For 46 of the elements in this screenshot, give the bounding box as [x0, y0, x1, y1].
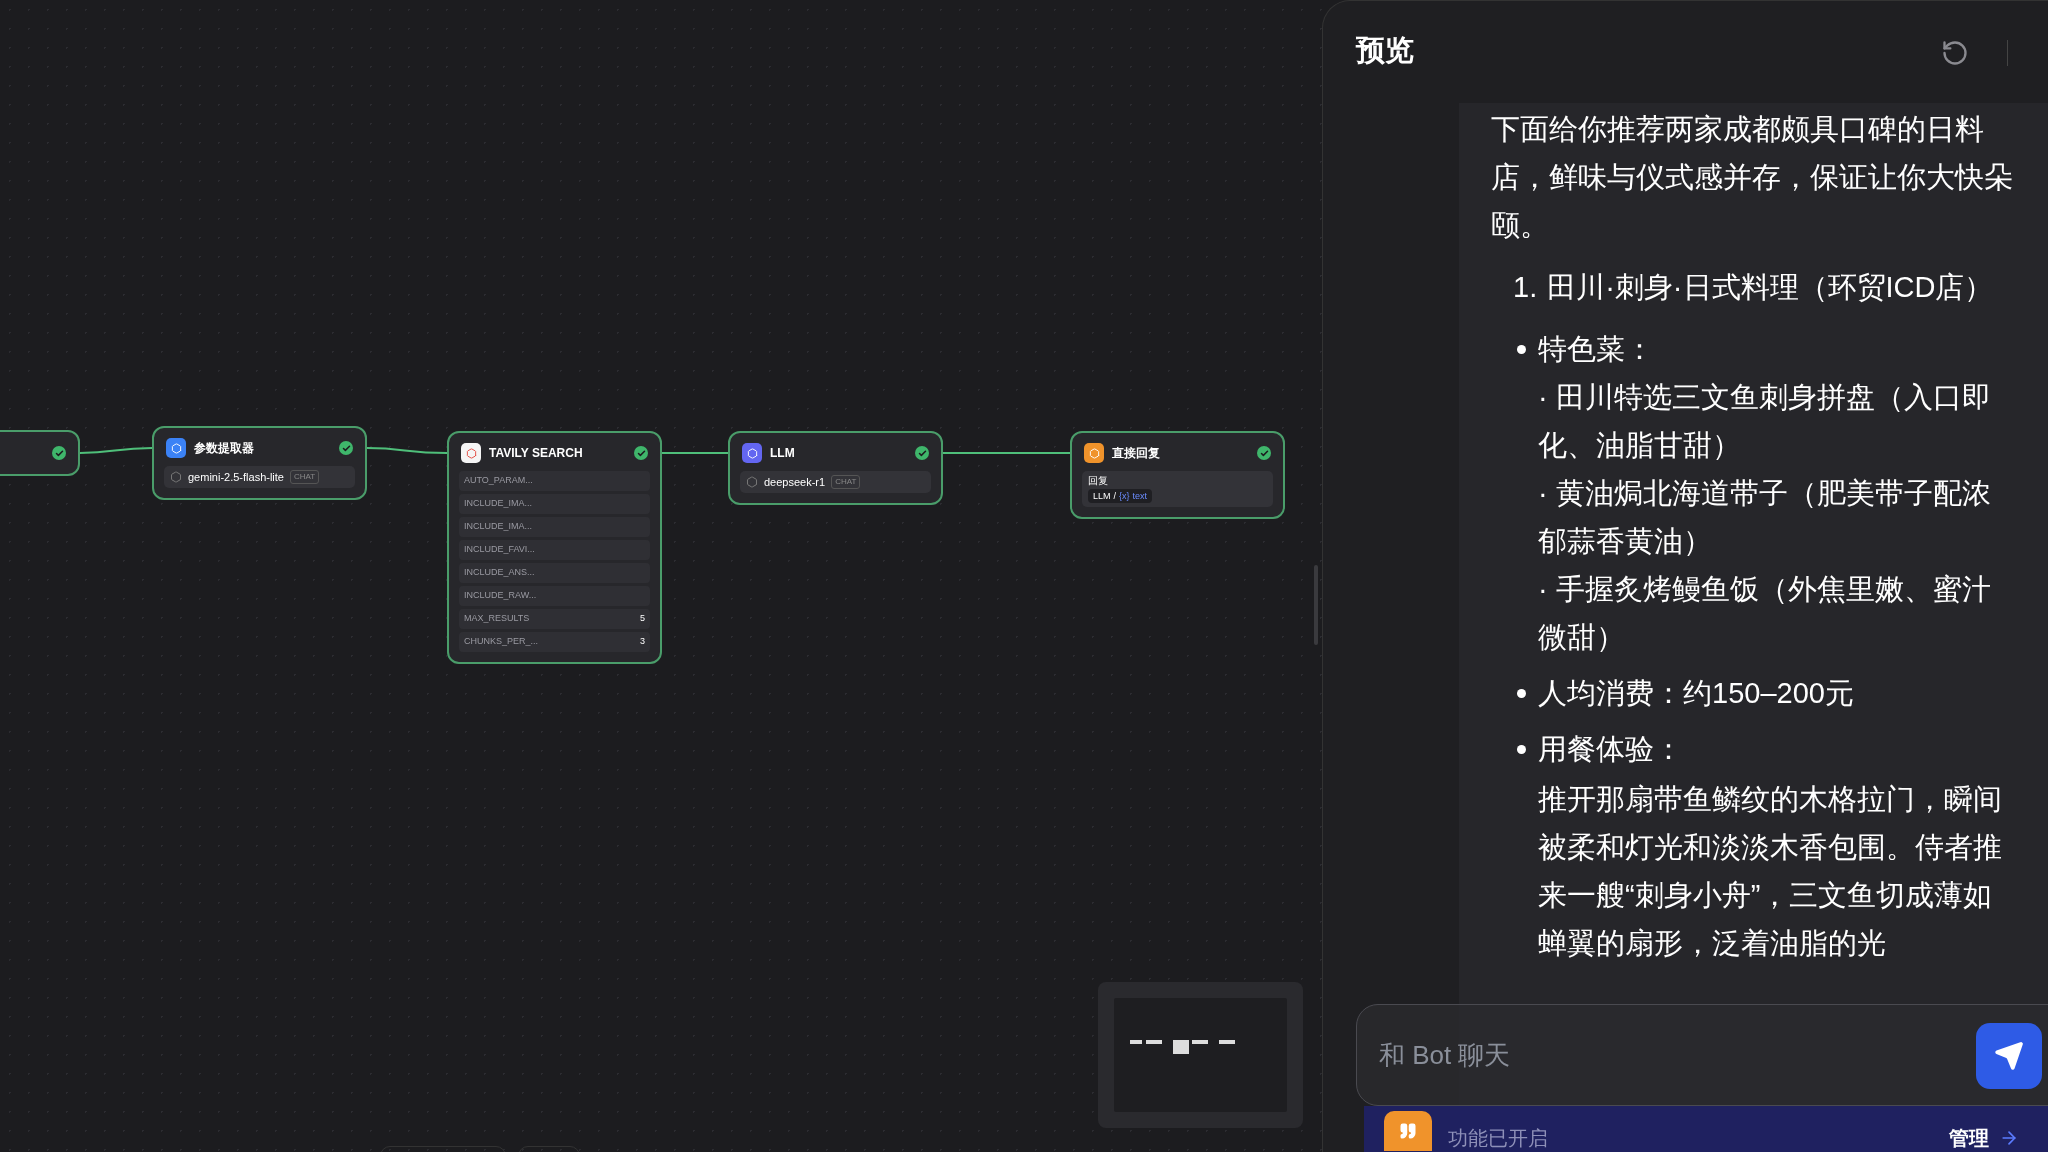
- dish-line: · 田川特选三文鱼刺身拼盘（入口即化、油脂甘甜）: [1538, 380, 1992, 463]
- bullet-icon: [1517, 345, 1526, 354]
- node-title: 参数提取器: [194, 440, 255, 457]
- panel-title: 预览: [1356, 33, 1414, 68]
- node-title: TAVILY SEARCH: [489, 445, 584, 462]
- list-number: 1.: [1513, 270, 1538, 305]
- param-row: AUTO_PARAM...: [459, 471, 650, 491]
- workflow-node[interactable]: [0, 430, 80, 476]
- bullet-text: 人均消费：约150–200元: [1538, 676, 1855, 711]
- send-button[interactable]: [1976, 1023, 2042, 1089]
- workflow-node[interactable]: 参数提取器 gemini-2.5-flash-lite CHAT: [152, 426, 367, 500]
- param-row: INCLUDE_IMA...: [459, 517, 650, 537]
- param-row: INCLUDE_FAVI...: [459, 540, 650, 560]
- node-title: LLM: [770, 445, 796, 462]
- manage-link[interactable]: 管理: [1949, 1125, 2019, 1151]
- model-name: deepseek-r1: [764, 474, 826, 490]
- param-row: MAX_RESULTS 5: [459, 609, 650, 629]
- model-icon: [746, 476, 758, 488]
- model-icon: [170, 471, 182, 483]
- bullet-text: 特色菜：: [1538, 332, 1655, 367]
- bullet-icon: [1517, 689, 1526, 698]
- dish-line: · 手握炙烤鳗鱼饭（外焦里嫩、蜜汁微甜）: [1538, 572, 1992, 655]
- param-row: INCLUDE_RAW...: [459, 586, 650, 606]
- model-tag: CHAT: [290, 470, 320, 484]
- workflow-node[interactable]: LLM deepseek-r1 CHAT: [728, 431, 943, 505]
- param-row: INCLUDE_ANS...: [459, 563, 650, 583]
- dish-line: · 黄油焗北海道带子（肥美带子配浓郁蒜香黄油）: [1538, 476, 1992, 559]
- node-title: 直接回复: [1112, 445, 1161, 462]
- workflow-node[interactable]: 直接回复 回复 LLM / {x} text: [1070, 431, 1285, 519]
- bullet-text: 用餐体验：: [1538, 732, 1684, 767]
- send-icon: [1994, 1041, 2024, 1071]
- bullet-paragraph: 推开那扇带鱼鳞纹的木格拉门，瞬间被柔和灯光和淡淡木香包围。侍者推来一艘“刺身小舟”，三文鱼切成薄如蝉翼的扇形，泛着油脂的光: [1538, 782, 2003, 961]
- quote-icon: [1384, 1111, 1432, 1151]
- refresh-icon[interactable]: [1941, 39, 1969, 67]
- model-name: gemini-2.5-flash-lite: [188, 469, 284, 485]
- workflow-node[interactable]: TAVILY SEARCH AUTO_PARAM... INCLUDE_IMA... INCLUDE_IMA... INCLUDE_FAVI... INCLUDE_ANS... INCLUDE_RAW... MAX_RESULTS 5 CHUNKS_PER_... 3: [447, 431, 662, 664]
- param-row: INCLUDE_IMA...: [459, 494, 650, 514]
- field-label: 回复: [1088, 475, 1108, 487]
- feature-status: 功能已开启: [1448, 1126, 1549, 1151]
- bullet-icon: [1517, 745, 1526, 754]
- message-text: 下面给你推荐两家成都颇具口碑的日料店，鲜味与仪式感并存，保证让你大快朵颐。: [1491, 112, 2014, 243]
- param-row: CHUNKS_PER_... 3: [459, 632, 650, 652]
- list-item-title: 田川·刺身·日式料理（环贸ICD店）: [1547, 270, 1994, 305]
- model-tag: CHAT: [831, 475, 861, 489]
- chat-input[interactable]: 和 Bot 聊天: [1356, 1004, 2048, 1106]
- variable-chip: LLM / {x} text: [1088, 489, 1153, 503]
